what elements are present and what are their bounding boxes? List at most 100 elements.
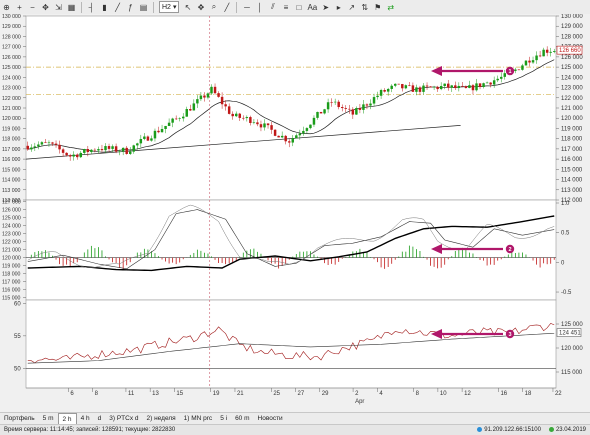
y-tick-label-left: 126 000 — [2, 55, 21, 61]
period-tab[interactable]: 3) PTCx d — [105, 414, 142, 424]
candle-style-icon[interactable]: ▮ — [99, 1, 110, 13]
x-tick-label: 21 — [237, 391, 244, 397]
candle-body — [411, 85, 415, 92]
fit-icon[interactable]: ⇲ — [53, 1, 64, 13]
date-status: 23.04.2019 — [545, 426, 590, 433]
fibo-icon[interactable]: ≡ — [280, 1, 291, 13]
candle-body — [429, 86, 432, 88]
osc1-tick-label-right: 0 — [561, 260, 565, 266]
candle-body — [242, 117, 245, 119]
connection-status: 91.209.122.66:15100 — [473, 426, 545, 433]
candle-body — [277, 135, 280, 138]
candle-body — [65, 152, 68, 156]
x-tick-label: 8 — [416, 391, 420, 397]
period-tab[interactable]: 5 i — [216, 414, 231, 424]
candle-body — [358, 108, 362, 110]
y-tick-label-right: 126 000 — [561, 55, 583, 61]
candle-body — [348, 108, 351, 110]
marks-icon[interactable]: ⚑ — [372, 1, 383, 13]
period-tab[interactable]: Новости — [254, 414, 287, 424]
candle-body — [489, 82, 492, 85]
candle-body — [178, 118, 181, 119]
x-tick-label: 6 — [70, 391, 74, 397]
hline-icon[interactable]: ─ — [241, 1, 252, 13]
candle-body — [482, 83, 485, 87]
period-tab[interactable]: 1) MN prc — [180, 414, 217, 424]
candle-body — [107, 146, 111, 149]
y-tick-label-left: 124 000 — [2, 75, 21, 81]
label-icon[interactable]: ▸ — [333, 1, 344, 13]
y-tick-label-right: 121 000 — [561, 106, 583, 112]
y-tick-label-left: 130 000 — [2, 14, 21, 20]
candle-body — [97, 149, 100, 151]
x-tick-label: 18 — [525, 391, 532, 397]
candle-body — [86, 149, 90, 153]
channel-icon[interactable]: ⫽ — [267, 1, 278, 13]
trade-icon[interactable]: ⇄ — [385, 1, 396, 13]
period-tab[interactable]: 2 h — [57, 413, 77, 424]
timeframe-select[interactable]: H2 ▾ — [159, 1, 180, 13]
period-tab[interactable]: 5 m — [39, 414, 58, 424]
candle-body — [37, 144, 40, 147]
text-tool-icon[interactable]: Aa — [306, 1, 318, 13]
candle-body — [210, 86, 213, 94]
period-tab[interactable]: 60 m — [231, 414, 253, 424]
arrows-icon[interactable]: ⇅ — [359, 1, 370, 13]
zoom-icon[interactable]: ⌕ — [208, 1, 219, 13]
y-tick-label-right: 125 000 — [561, 65, 583, 71]
candle-body — [136, 143, 139, 146]
osc1-tick-label-left: 121 000 — [2, 248, 21, 254]
line-style-icon[interactable]: ╱ — [112, 1, 123, 13]
candle-body — [340, 107, 344, 109]
y-tick-label-left: 127 000 — [2, 45, 21, 51]
vline-icon[interactable]: │ — [254, 1, 265, 13]
move-icon[interactable]: ✥ — [195, 1, 206, 13]
shapes-icon[interactable]: □ — [293, 1, 304, 13]
y-tick-label-left: 125 000 — [2, 65, 21, 71]
y-tick-label-left: 123 000 — [2, 86, 21, 92]
trend-icon[interactable]: ↗ — [346, 1, 357, 13]
candle-body — [174, 118, 178, 120]
annotation-number: 1 — [509, 69, 512, 75]
status-bar: Время сервера: 11:14:45; записей: 128591… — [0, 424, 590, 435]
grid-icon[interactable]: ▦ — [66, 1, 77, 13]
candle-body — [51, 142, 54, 144]
osc1-tick-label-right: 1.0 — [561, 201, 570, 207]
x-tick-label: 2 — [355, 391, 359, 397]
bar-style-icon[interactable]: ┤ — [86, 1, 97, 13]
candle-body — [401, 84, 404, 89]
candle-body — [40, 142, 44, 145]
period-tab[interactable]: d — [94, 414, 106, 424]
crosshair-icon[interactable]: ⊕ — [1, 1, 12, 13]
period-icon[interactable]: ▤ — [138, 1, 149, 13]
y-tick-label-right: 128 000 — [561, 34, 583, 40]
candle-body — [397, 83, 401, 85]
candle-body — [298, 133, 302, 136]
draw-line-icon[interactable]: ╱ — [221, 1, 232, 13]
candle-body — [104, 146, 107, 151]
candle-body — [231, 113, 234, 117]
zoom-in-icon[interactable]: + — [14, 1, 25, 13]
cursor-icon[interactable]: ↖ — [182, 1, 193, 13]
candle-body — [196, 99, 199, 104]
candle-body — [54, 143, 58, 145]
candle-body — [220, 96, 224, 105]
indicators-icon[interactable]: ƒ — [125, 1, 136, 13]
y-tick-label-right: 129 000 — [561, 24, 583, 30]
osc1-tick-label-left: 118 000 — [2, 272, 20, 278]
y-tick-label-right: 113 000 — [561, 188, 583, 194]
y-tick-label-left: 119 000 — [2, 126, 20, 132]
price-panel — [25, 15, 557, 201]
arrow-tool-icon[interactable]: ➤ — [320, 1, 331, 13]
osc2-tick-label-right: 115 000 — [561, 370, 583, 376]
period-tab[interactable]: 2) неделя — [143, 414, 180, 424]
chart-canvas[interactable]: 130 000130 000129 000129 000128 000128 0… — [0, 14, 590, 412]
osc1-tick-label-right: -0.5 — [561, 290, 572, 296]
hand-icon[interactable]: ✥ — [40, 1, 51, 13]
zoom-out-icon[interactable]: − — [27, 1, 38, 13]
candle-body — [521, 65, 524, 70]
period-tab[interactable]: 4 h — [77, 414, 94, 424]
osc2-value-label: 124 451 — [559, 331, 581, 337]
period-tab[interactable]: Портфель — [0, 414, 39, 424]
y-tick-label-right: 120 000 — [561, 116, 583, 122]
